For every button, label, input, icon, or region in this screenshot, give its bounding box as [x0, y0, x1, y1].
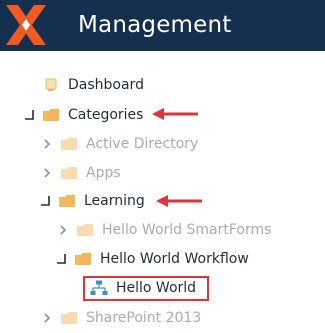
tree-item-label: Learning	[84, 193, 145, 209]
expanded-indicator-icon[interactable]	[38, 194, 52, 208]
folder-icon	[58, 193, 76, 209]
folder-icon	[42, 107, 60, 123]
k2-logo-icon[interactable]	[4, 3, 48, 47]
tree-item-label: Hello World SmartForms	[102, 222, 272, 238]
expanded-indicator-icon[interactable]	[22, 108, 36, 122]
annotation-arrow-icon	[156, 195, 202, 207]
page-title: Management	[78, 12, 232, 38]
tree-item-learning[interactable]: Learning	[38, 189, 145, 213]
tree-item-label: Apps	[86, 165, 121, 181]
chevron-right-icon[interactable]	[56, 223, 70, 237]
folder-icon	[60, 165, 78, 181]
expanded-indicator-icon[interactable]	[54, 252, 68, 266]
tree-item-active-directory[interactable]: Active Directory	[40, 132, 198, 156]
tree-item-dashboard[interactable]: Dashboard	[42, 73, 144, 97]
annotation-highlight-box	[83, 276, 209, 301]
folder-icon	[60, 310, 78, 326]
tree-item-apps[interactable]: Apps	[40, 161, 121, 185]
tree-item-hello-world-smartforms[interactable]: Hello World SmartForms	[56, 218, 271, 242]
tree-item-categories[interactable]: Categories	[22, 103, 143, 127]
chevron-right-icon[interactable]	[40, 137, 54, 151]
app-header: Management	[0, 0, 325, 51]
tree-item-label: SharePoint 2013	[86, 310, 202, 326]
dashboard-icon	[42, 77, 60, 93]
folder-icon	[60, 136, 78, 152]
chevron-right-icon[interactable]	[40, 166, 54, 180]
tree-item-sharepoint-2013[interactable]: SharePoint 2013	[40, 306, 201, 330]
annotation-arrow-icon	[152, 108, 198, 120]
tree-item-label: Hello World Workflow	[100, 251, 249, 267]
tree-item-label: Categories	[68, 107, 144, 123]
chevron-right-icon[interactable]	[40, 311, 54, 325]
tree-item-label: Dashboard	[68, 77, 144, 93]
tree-item-label: Active Directory	[86, 136, 199, 152]
tree-item-hello-world-workflow[interactable]: Hello World Workflow	[54, 247, 249, 271]
folder-icon	[76, 222, 94, 238]
folder-icon	[74, 251, 92, 267]
